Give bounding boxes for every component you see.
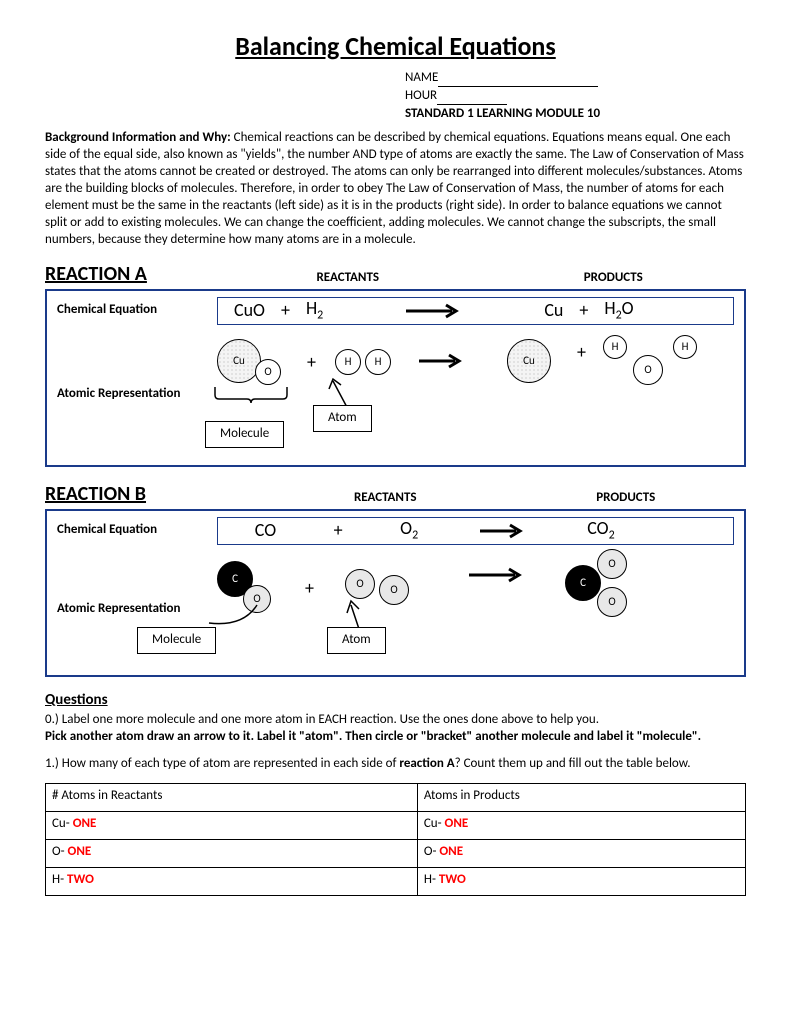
table-header-2: Atoms in Products	[417, 783, 745, 811]
eq-a-p1: Cu	[538, 299, 569, 322]
reactants-label: REACTANTS	[265, 490, 506, 507]
reaction-a-heading: REACTION A	[45, 261, 215, 287]
eq-a-p2: H2O	[598, 297, 639, 324]
c-atom-icon: C	[565, 565, 601, 601]
products-label: PRODUCTS	[506, 490, 747, 507]
diagram-b: C O + O O O C O Molecule Atom	[217, 555, 734, 665]
reactants-label: REACTANTS	[215, 270, 481, 287]
cell-h-reactants: H- TWO	[46, 867, 418, 895]
standard-label: STANDARD 1 LEARNING MODULE 10	[405, 106, 746, 123]
cell-o-reactants: O- ONE	[46, 839, 418, 867]
reaction-b-box: Chemical Equation CO + O2 CO2 Atomic Rep…	[45, 509, 746, 677]
plus-icon: +	[324, 519, 353, 542]
background-body: Chemical reactions can be described by c…	[45, 130, 744, 246]
eq-a-r1: CuO	[228, 299, 271, 322]
eq-b-r1: CO	[249, 519, 282, 542]
hour-label: HOUR	[405, 88, 437, 103]
hour-blank[interactable]	[437, 104, 507, 105]
equation-b: CO + O2 CO2	[217, 517, 734, 545]
diagram-a: Cu O + H H Cu + H H O Molecule Atom	[217, 335, 734, 455]
table-row: Cu- ONE Cu- ONE	[46, 811, 746, 839]
o-atom-icon: O	[255, 359, 281, 385]
cu-atom-icon: Cu	[507, 339, 551, 383]
bracket-icon	[207, 603, 267, 627]
chem-eq-label-a: Chemical Equation	[57, 302, 217, 319]
h-atom-icon: H	[673, 335, 697, 359]
cell-cu-products: Cu- ONE	[417, 811, 745, 839]
header-info: NAME HOUR STANDARD 1 LEARNING MODULE 10	[405, 70, 746, 123]
table-row: O- ONE O- ONE	[46, 839, 746, 867]
question-1: 1.) How many of each type of atom are re…	[45, 756, 746, 773]
plus-icon: +	[569, 299, 598, 322]
cell-o-products: O- ONE	[417, 839, 745, 867]
equation-a: CuO + H2 Cu + H2O	[217, 297, 734, 325]
plus-icon: +	[271, 299, 300, 322]
yields-arrow-icon	[467, 567, 527, 583]
atomic-rep-label-b: Atomic Representation	[57, 601, 217, 618]
plus-icon: +	[307, 351, 316, 374]
table-row: # Atoms in Reactants Atoms in Products	[46, 783, 746, 811]
cell-h-products: H- TWO	[417, 867, 745, 895]
atom-label-box: Atom	[313, 405, 372, 432]
o-atom-icon: O	[379, 575, 409, 605]
o-atom-icon: O	[633, 355, 663, 385]
atom-label-box: Atom	[327, 627, 386, 654]
molecule-label-box: Molecule	[205, 421, 284, 448]
table-header-1: # Atoms in Reactants	[46, 783, 418, 811]
yields-arrow-icon	[478, 523, 528, 539]
atom-count-table: # Atoms in Reactants Atoms in Products C…	[45, 783, 746, 896]
o-atom-icon: O	[345, 569, 375, 599]
h-atom-icon: H	[365, 349, 391, 375]
products-label: PRODUCTS	[481, 270, 747, 287]
chem-eq-label-b: Chemical Equation	[57, 522, 217, 539]
molecule-label-box: Molecule	[137, 627, 216, 654]
table-row: H- TWO H- TWO	[46, 867, 746, 895]
questions-heading: Questions	[45, 691, 746, 711]
plus-icon: +	[577, 341, 586, 364]
name-blank[interactable]	[438, 86, 598, 87]
yields-arrow-icon	[417, 353, 467, 369]
cu-atom-icon: Cu	[217, 339, 261, 383]
reaction-a-box: Chemical Equation CuO + H2 Cu + H2O Atom…	[45, 289, 746, 467]
h-atom-icon: H	[335, 349, 361, 375]
background-lead: Background Information and Why:	[45, 130, 231, 145]
eq-b-p1: CO2	[581, 517, 620, 544]
bracket-icon	[213, 385, 289, 405]
plus-icon: +	[305, 577, 314, 600]
cell-cu-reactants: Cu- ONE	[46, 811, 418, 839]
atomic-rep-label-a: Atomic Representation	[57, 386, 217, 403]
name-label: NAME	[405, 70, 438, 85]
eq-b-r2: O2	[394, 517, 424, 544]
background-text: Background Information and Why: Chemical…	[45, 130, 746, 248]
question-0: 0.) Label one more molecule and one more…	[45, 712, 746, 746]
eq-a-r2: H2	[300, 297, 329, 324]
o-atom-icon: O	[597, 587, 627, 617]
yields-arrow-icon	[404, 303, 464, 319]
reaction-b-heading: REACTION B	[45, 481, 265, 507]
h-atom-icon: H	[603, 335, 627, 359]
o-atom-icon: O	[597, 549, 627, 579]
page-title: Balancing Chemical Equations	[45, 30, 746, 64]
